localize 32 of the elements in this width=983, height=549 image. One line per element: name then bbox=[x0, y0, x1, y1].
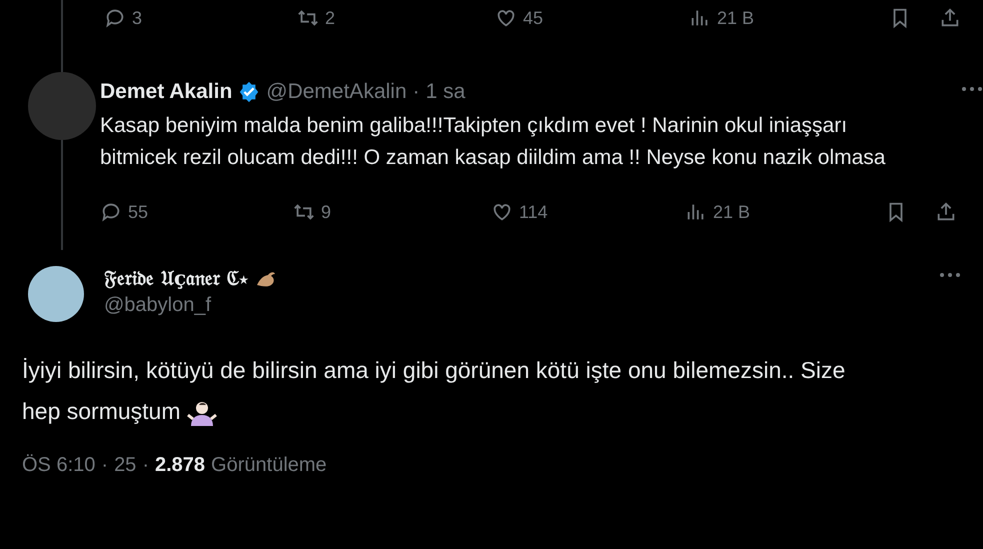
more-button[interactable] bbox=[961, 86, 983, 92]
more-icon bbox=[939, 272, 961, 278]
views-button[interactable]: 21 B bbox=[689, 7, 754, 29]
author-name[interactable]: 𝔉𝔢𝔯𝔦𝔡𝔢 𝔘ç𝔞𝔫𝔢𝔯 ℭ⋆ bbox=[104, 266, 248, 290]
reply-button[interactable]: 3 bbox=[104, 7, 142, 29]
like-button[interactable]: 114 bbox=[491, 201, 548, 223]
separator: · bbox=[101, 454, 108, 477]
post-time: ÖS 6:10 bbox=[22, 454, 96, 477]
author-handle[interactable]: @DemetAkalin bbox=[266, 80, 407, 104]
post-time: 1 sa bbox=[426, 80, 466, 104]
reply-icon bbox=[104, 7, 126, 29]
heart-icon bbox=[491, 201, 513, 223]
tweet-text: İyiyi bilirsin, kötüyü de bilirsin ama iyi gibi görünen kötü işte onu bilemezsin.. Size hep sormuştum bbox=[22, 350, 852, 432]
tweet-text: Kasap beniyim malda benim galiba!!!Takipten çıkdım evet ! Narinin okul iniaşşarı bitmicek rezil olucam dedi!!! O zaman kasap diildim ama !! Neyse konu nazik olmasa bbox=[100, 113, 886, 171]
separator: · bbox=[412, 80, 420, 104]
views-button[interactable]: 21 B bbox=[685, 201, 750, 223]
more-button[interactable] bbox=[939, 272, 961, 278]
reply-icon bbox=[100, 201, 122, 223]
reply-button[interactable]: 55 bbox=[100, 201, 148, 223]
more-icon bbox=[961, 86, 983, 92]
like-button[interactable]: 45 bbox=[495, 7, 544, 29]
repost-button[interactable]: 9 bbox=[293, 201, 332, 223]
author-handle[interactable]: @babylon_f bbox=[104, 294, 953, 317]
views-label: Görüntüleme bbox=[211, 454, 327, 477]
heart-icon bbox=[495, 7, 517, 29]
share-icon bbox=[935, 201, 957, 223]
share-icon bbox=[939, 7, 961, 29]
repost-button[interactable]: 2 bbox=[297, 7, 336, 29]
author-name[interactable]: Demet Akalin bbox=[100, 80, 232, 104]
post-date: 25 bbox=[114, 454, 136, 477]
separator: · bbox=[142, 454, 149, 477]
view-count: 2.878 bbox=[154, 454, 206, 477]
